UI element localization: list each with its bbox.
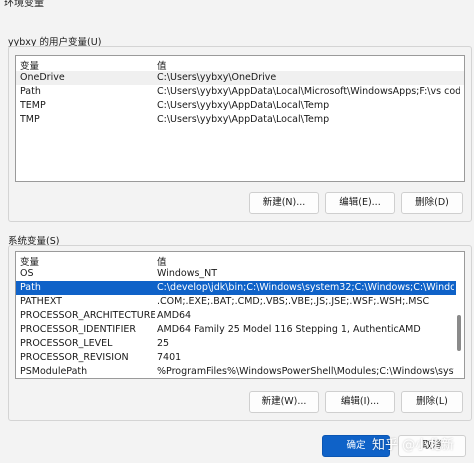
table-row[interactable]: OneDrive C:\Users\yybxy\OneDrive — [16, 71, 464, 85]
var-value: 25 — [157, 338, 170, 349]
var-name: OneDrive — [20, 72, 65, 83]
var-name: PROCESSOR_LEVEL — [20, 338, 113, 349]
table-row[interactable]: OS Windows_NT — [16, 267, 464, 281]
table-row[interactable]: Path C:\Users\yybxy\AppData\Local\Micros… — [16, 85, 464, 99]
user-new-button[interactable]: 新建(N)... — [249, 192, 319, 214]
scrollbar-thumb[interactable] — [457, 315, 461, 351]
var-name: TEMP — [20, 100, 46, 111]
table-row-selected[interactable]: Path C:\develop\jdk\bin;C:\Windows\syste… — [16, 281, 464, 295]
table-row[interactable]: PATHEXT .COM;.EXE;.BAT;.CMD;.VBS;.VBE;.J… — [16, 295, 464, 309]
var-value: C:\Users\yybxy\AppData\Local\Temp — [157, 114, 330, 125]
system-delete-button[interactable]: 删除(L) — [401, 391, 463, 413]
table-row[interactable]: PROCESSOR_REVISION 7401 — [16, 351, 464, 365]
var-value: Windows_NT — [157, 268, 218, 279]
system-vars-group: 变量 值 OS Windows_NT Path C:\develop\jdk\b… — [8, 245, 472, 421]
var-value: C:\develop\jdk\bin;C:\Windows\system32;C… — [157, 282, 454, 293]
user-vars-group: 变量 值 OneDrive C:\Users\yybxy\OneDrive Pa… — [8, 46, 472, 222]
var-value: .COM;.EXE;.BAT;.CMD;.VBS;.VBE;.JS;.JSE;.… — [157, 296, 430, 307]
system-vars-list[interactable]: 变量 值 OS Windows_NT Path C:\develop\jdk\b… — [15, 251, 465, 379]
window-title: 环境变量 — [4, 0, 44, 9]
list-header: 变量 值 — [16, 56, 464, 72]
var-name: OS — [20, 268, 34, 279]
var-name: PROCESSOR_IDENTIFIER — [20, 324, 137, 335]
table-row[interactable]: PROCESSOR_LEVEL 25 — [16, 337, 464, 351]
table-row[interactable]: PSModulePath %ProgramFiles%\WindowsPower… — [16, 365, 464, 378]
table-row[interactable]: TMP C:\Users\yybxy\AppData\Local\Temp — [16, 113, 464, 127]
var-value: C:\Users\yybxy\AppData\Local\Microsoft\W… — [157, 86, 460, 97]
var-name: TMP — [20, 114, 40, 125]
var-value: AMD64 Family 25 Model 116 Stepping 1, Au… — [157, 324, 421, 335]
user-delete-button[interactable]: 删除(D) — [401, 192, 463, 214]
system-edit-button[interactable]: 编辑(I)... — [325, 391, 395, 413]
system-new-button[interactable]: 新建(W)... — [249, 391, 319, 413]
var-value: C:\Users\yybxy\OneDrive — [157, 72, 277, 83]
var-name: PSModulePath — [20, 366, 88, 377]
column-header-value[interactable]: 值 — [157, 58, 167, 72]
var-name: PROCESSOR_ARCHITECTURE — [20, 310, 155, 321]
var-name: PROCESSOR_REVISION — [20, 352, 129, 363]
var-value: AMD64 — [157, 310, 192, 321]
table-row[interactable]: PROCESSOR_ARCHITECTURE AMD64 — [16, 309, 464, 323]
column-header-value[interactable]: 值 — [157, 254, 167, 268]
var-name: Path — [20, 86, 41, 97]
var-name: PATHEXT — [20, 296, 62, 307]
var-value: 7401 — [157, 352, 182, 363]
var-value: %ProgramFiles%\WindowsPowerShell\Modules… — [157, 366, 454, 377]
user-edit-button[interactable]: 编辑(E)... — [325, 192, 395, 214]
column-header-name[interactable]: 变量 — [20, 58, 39, 72]
user-vars-list[interactable]: 变量 值 OneDrive C:\Users\yybxy\OneDrive Pa… — [15, 55, 465, 182]
watermark-text: 知乎 @小北新 — [372, 438, 455, 453]
table-row[interactable]: PROCESSOR_IDENTIFIER AMD64 Family 25 Mod… — [16, 323, 464, 337]
column-header-name[interactable]: 变量 — [20, 254, 39, 268]
var-name: Path — [20, 282, 41, 293]
list-header: 变量 值 — [16, 252, 464, 268]
var-value: C:\Users\yybxy\AppData\Local\Temp — [157, 100, 330, 111]
vertical-scrollbar[interactable] — [456, 267, 464, 378]
table-row[interactable]: TEMP C:\Users\yybxy\AppData\Local\Temp — [16, 99, 464, 113]
